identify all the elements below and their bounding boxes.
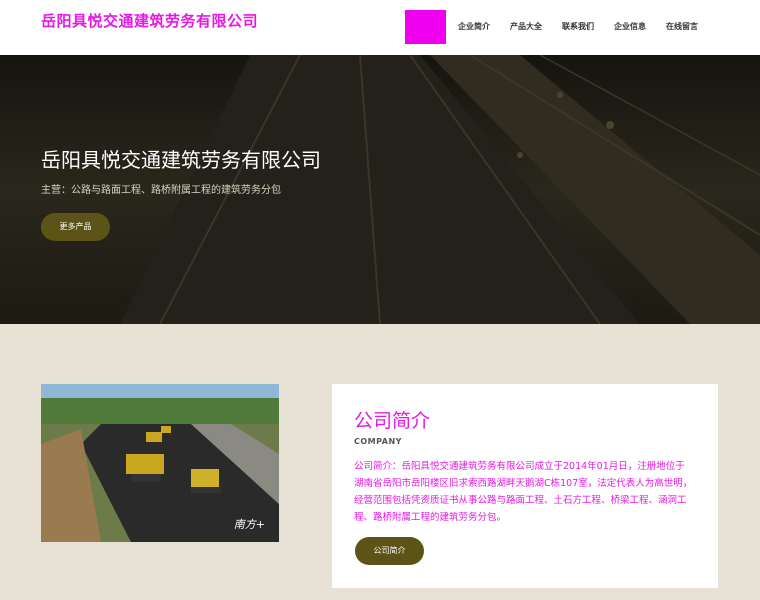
site-logo-text[interactable]: 岳阳具悦交通建筑劳务有限公司 — [41, 10, 258, 31]
nav-item-message[interactable]: 在线留言 — [663, 10, 701, 44]
nav-item-home[interactable]: 首页 — [405, 10, 446, 44]
top-header: 岳阳具悦交通建筑劳务有限公司 首页 企业简介 产品大全 联系我们 企业信息 在线… — [0, 0, 760, 55]
more-products-button[interactable]: 更多产品 — [41, 213, 110, 241]
nav-item-products[interactable]: 产品大全 — [507, 10, 545, 44]
card-subtitle: COMPANY — [354, 437, 402, 446]
hero-title: 岳阳具悦交通建筑劳务有限公司 — [41, 148, 321, 172]
nav-item-contact[interactable]: 联系我们 — [559, 10, 597, 44]
main-nav: 首页 企业简介 产品大全 联系我们 企业信息 在线留言 — [405, 10, 715, 44]
company-intro-card: 公司简介 COMPANY 公司简介：岳阳具悦交通建筑劳务有限公司成立于2014年… — [332, 384, 718, 588]
about-section: 南方+ 公司简介 COMPANY 公司简介：岳阳具悦交通建筑劳务有限公司成立于2… — [0, 324, 760, 600]
road-construction-photo: 南方+ — [41, 384, 279, 542]
nav-item-about[interactable]: 企业简介 — [455, 10, 493, 44]
nav-item-info[interactable]: 企业信息 — [611, 10, 649, 44]
company-intro-button[interactable]: 公司简介 — [355, 537, 424, 565]
photo-watermark: 南方+ — [233, 518, 265, 531]
hero-subtitle: 主营：公路与路面工程、路桥附属工程的建筑劳务分包 — [41, 185, 281, 196]
card-title: 公司简介 — [354, 410, 431, 432]
company-description: 公司简介：岳阳具悦交通建筑劳务有限公司成立于2014年01月日，注册地位于湖南省… — [354, 461, 693, 523]
hero-banner: 岳阳具悦交通建筑劳务有限公司 主营：公路与路面工程、路桥附属工程的建筑劳务分包 … — [0, 55, 760, 324]
